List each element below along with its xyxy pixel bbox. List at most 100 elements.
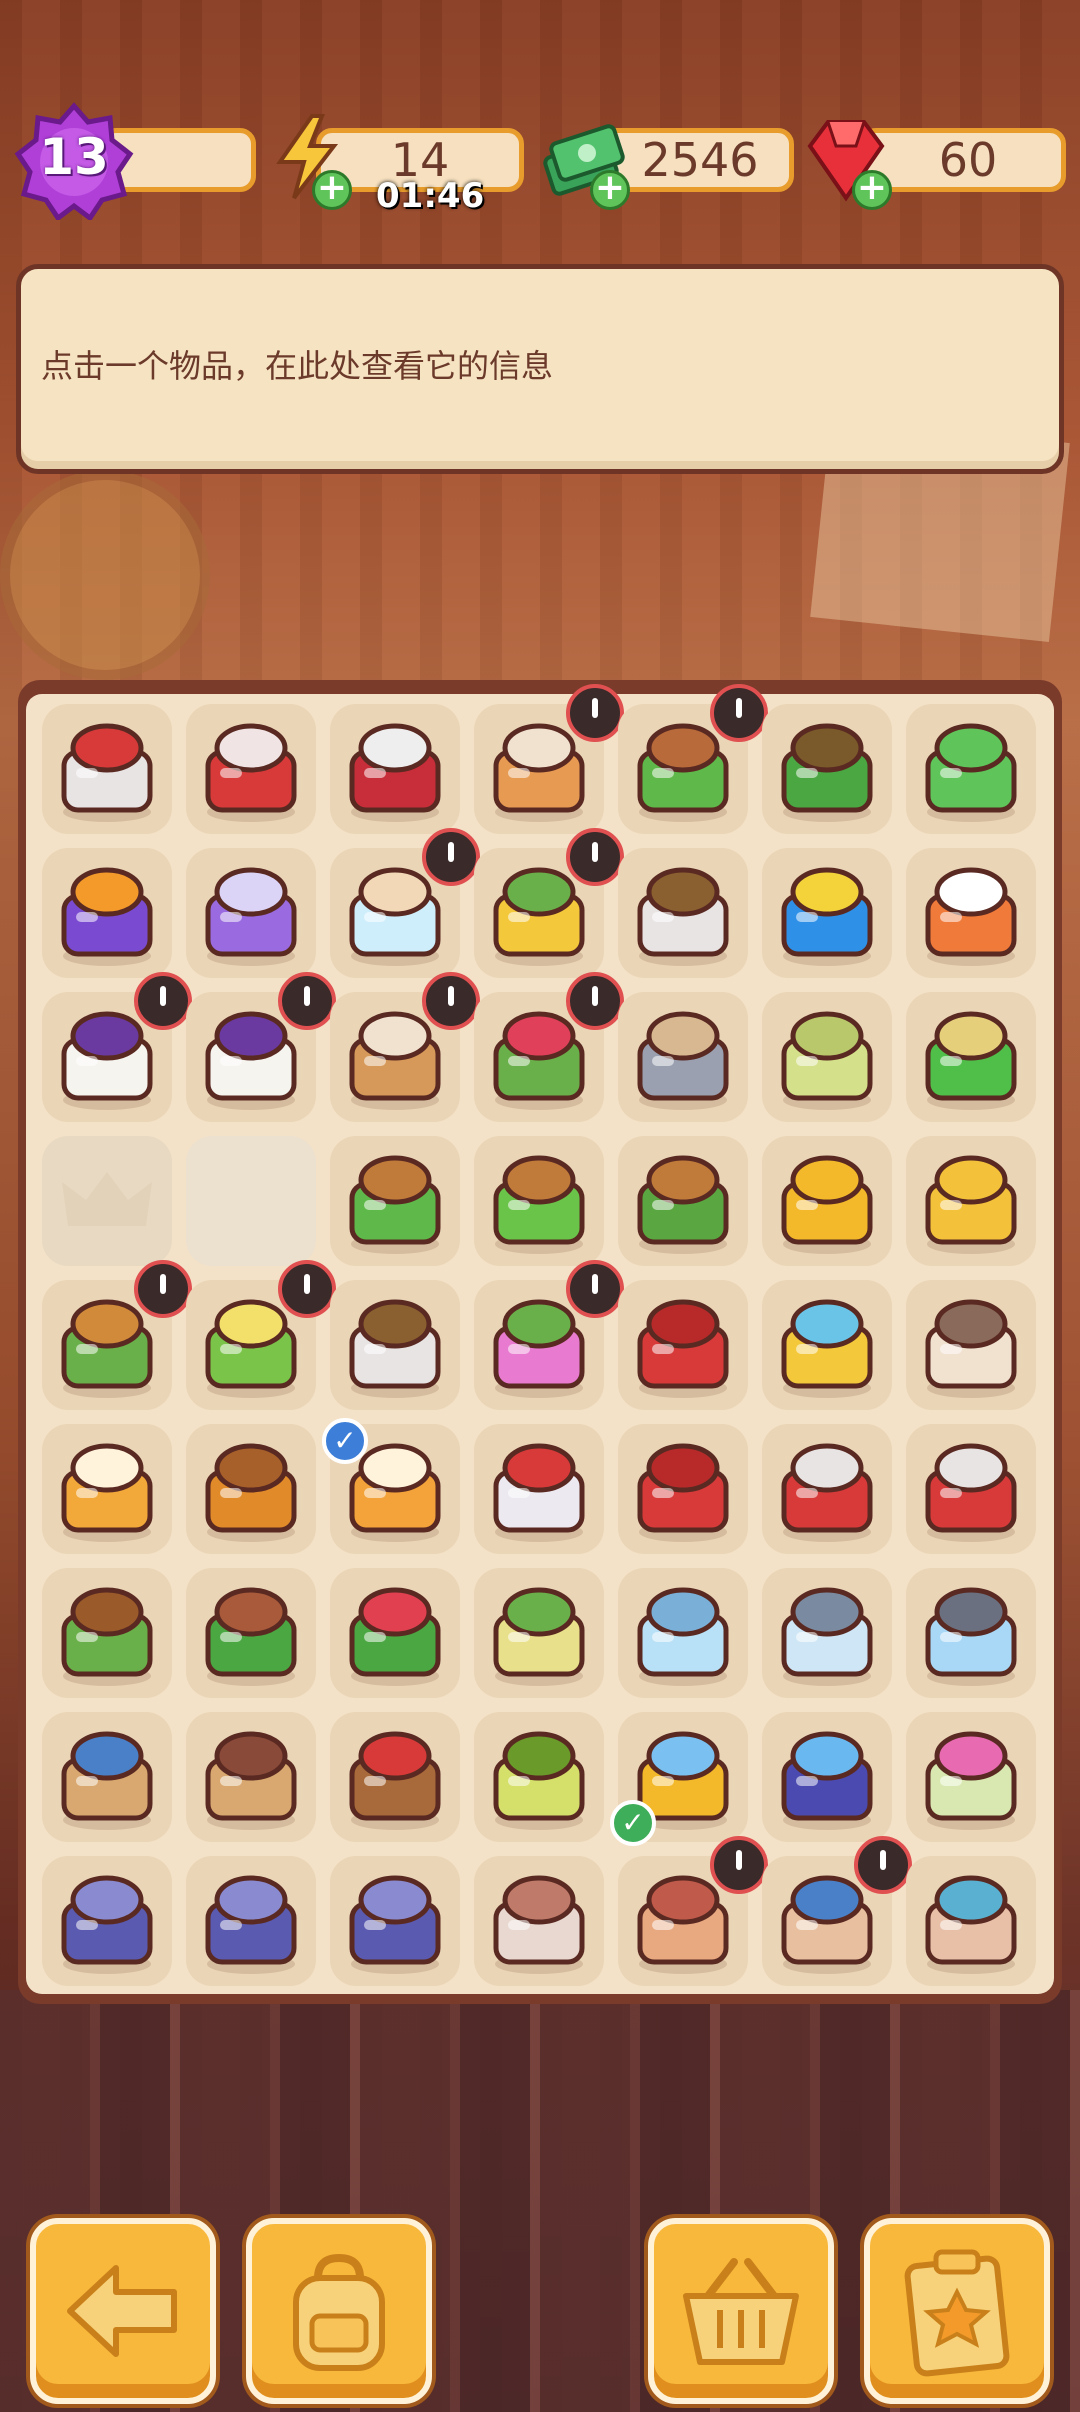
- board-cell[interactable]: [762, 1712, 892, 1842]
- board-cell[interactable]: [42, 1856, 172, 1986]
- basket-button[interactable]: [648, 2218, 834, 2404]
- red-gloves-icon: [637, 1299, 729, 1398]
- board-cell[interactable]: [186, 1260, 336, 1410]
- board-cell[interactable]: [330, 828, 480, 978]
- wheel-pair-icon: [205, 1875, 297, 1974]
- sprout-leaves-icon: [925, 723, 1017, 822]
- board-cell[interactable]: [762, 1424, 892, 1554]
- board-cell[interactable]: [186, 1568, 316, 1698]
- purple-car-icon: [205, 867, 297, 966]
- board-cell[interactable]: [906, 1856, 1036, 1986]
- board-cell[interactable]: [42, 972, 192, 1122]
- board-cell[interactable]: [330, 1712, 460, 1842]
- board-cell[interactable]: [186, 972, 336, 1122]
- board-cell[interactable]: [906, 1424, 1036, 1554]
- board-cell[interactable]: [618, 1836, 768, 1986]
- road-barrier-icon: [925, 867, 1017, 966]
- board-cell[interactable]: [186, 848, 316, 978]
- red-toolbox-b-icon: [781, 1443, 873, 1542]
- wanted-poster-icon: [925, 1299, 1017, 1398]
- berry-bush-icon: [349, 1587, 441, 1686]
- task-clipboard-button[interactable]: [864, 2218, 1050, 2404]
- seed-packet-icon: [493, 1731, 585, 1830]
- gem-pill[interactable]: 60: [860, 128, 1066, 192]
- board-cell[interactable]: [42, 1424, 172, 1554]
- board-cell[interactable]: [330, 1280, 460, 1410]
- board-cell[interactable]: [906, 1712, 1036, 1842]
- board-cell[interactable]: [618, 848, 748, 978]
- board-cell[interactable]: [474, 972, 624, 1122]
- cooldown-timer-icon: [422, 972, 480, 1030]
- cooldown-timer-icon: [134, 1260, 192, 1318]
- board-cell[interactable]: [330, 1136, 460, 1266]
- cash-plus-button[interactable]: +: [590, 170, 630, 210]
- board-cell[interactable]: [330, 972, 480, 1122]
- cooldown-timer-icon: [566, 684, 624, 742]
- broken-stump-icon: [205, 1731, 297, 1830]
- cooldown-timer-icon: [854, 1836, 912, 1894]
- board-cell[interactable]: [906, 848, 1036, 978]
- board-cell[interactable]: [474, 828, 624, 978]
- board-cell[interactable]: [330, 1856, 460, 1986]
- board-cell[interactable]: [330, 1568, 460, 1698]
- board-cell[interactable]: [474, 1260, 624, 1410]
- board-cell[interactable]: [42, 1260, 192, 1410]
- board-cell[interactable]: ✓: [610, 1712, 748, 1846]
- board-cell[interactable]: [42, 848, 172, 978]
- red-tray-icon: [925, 1443, 1017, 1542]
- board-cell[interactable]: [618, 1136, 748, 1266]
- board-cell[interactable]: [186, 1856, 316, 1986]
- board-cell[interactable]: [474, 1856, 604, 1986]
- bread-roll-icon: [781, 1011, 873, 1110]
- board-cell[interactable]: [906, 1568, 1036, 1698]
- checkmark-icon: ✓: [610, 1800, 656, 1846]
- gem-plus-button[interactable]: +: [852, 170, 892, 210]
- board-cell[interactable]: [474, 1712, 604, 1842]
- board-cell[interactable]: [330, 704, 460, 834]
- board-cell[interactable]: [618, 1280, 748, 1410]
- board-cell[interactable]: [474, 684, 624, 834]
- board-cell[interactable]: [762, 704, 892, 834]
- board-cell[interactable]: [762, 1280, 892, 1410]
- board-cell[interactable]: [186, 1424, 316, 1554]
- energy-orb-icon: [781, 867, 873, 966]
- board-cell[interactable]: [42, 1712, 172, 1842]
- energy-plus-button[interactable]: +: [312, 170, 352, 210]
- board-cell[interactable]: [618, 992, 748, 1122]
- board-cell[interactable]: [42, 704, 172, 834]
- red-toolbox-a-icon: [637, 1443, 729, 1542]
- board-cell[interactable]: [906, 992, 1036, 1122]
- board-cell[interactable]: [186, 1712, 316, 1842]
- gem-value: 60: [938, 133, 998, 187]
- board-cell[interactable]: ✓: [322, 1418, 460, 1554]
- board-cell[interactable]: [186, 704, 316, 834]
- board-cell[interactable]: [762, 848, 892, 978]
- locked-cell[interactable]: [42, 1136, 172, 1266]
- board-cell[interactable]: [762, 1836, 912, 1986]
- info-hint-text: 点击一个物品，在此处查看它的信息: [41, 347, 554, 385]
- board-cell[interactable]: [618, 1424, 748, 1554]
- board-cell[interactable]: [762, 1568, 892, 1698]
- toolbox-red-icon: [205, 723, 297, 822]
- board-cell[interactable]: [474, 1424, 604, 1554]
- board-cell[interactable]: [474, 1136, 604, 1266]
- board-cell[interactable]: [906, 704, 1036, 834]
- backpack-button[interactable]: [246, 2218, 432, 2404]
- back-button[interactable]: [30, 2218, 216, 2404]
- gold-hook-icon: [781, 1155, 873, 1254]
- level-badge[interactable]: 13: [14, 100, 134, 222]
- board-cell[interactable]: [618, 684, 768, 834]
- board-cell[interactable]: [906, 1280, 1036, 1410]
- water-bucket-icon: [781, 1299, 873, 1398]
- tall-vase-icon: [925, 1875, 1017, 1974]
- board-cell[interactable]: [906, 1136, 1036, 1266]
- board-cell[interactable]: [474, 1568, 604, 1698]
- board-cell[interactable]: [42, 1568, 172, 1698]
- board-cell[interactable]: [762, 992, 892, 1122]
- locked-crown-icon: [62, 1172, 152, 1226]
- bike-wheels-icon: [349, 1875, 441, 1974]
- board-cell[interactable]: [618, 1568, 748, 1698]
- board-cell[interactable]: [762, 1136, 892, 1266]
- level-number: 13: [39, 128, 109, 186]
- empty-cell[interactable]: [186, 1136, 316, 1266]
